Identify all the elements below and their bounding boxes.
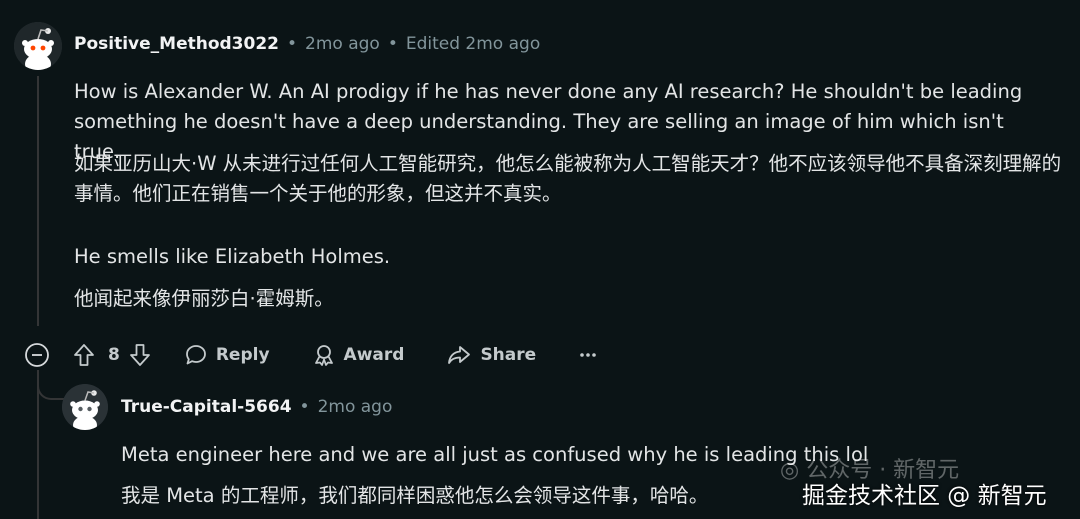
upvote-arrow-icon — [74, 344, 94, 366]
comment-author[interactable]: Positive_Method3022 — [74, 34, 279, 54]
more-options-icon — [580, 353, 596, 357]
snoo-avatar-icon — [62, 384, 108, 430]
separator-dot: • — [387, 34, 398, 54]
watermark-source: 掘金技术社区 @ 新智元 — [802, 483, 1047, 509]
collapse-button[interactable] — [24, 342, 50, 368]
comment-action-bar: 8 Reply Award Share — [24, 338, 598, 372]
downvote-arrow-icon — [129, 344, 150, 366]
share-button[interactable]: Share — [446, 343, 536, 367]
reply-avatar[interactable] — [62, 384, 108, 430]
collapse-minus-icon — [25, 343, 49, 367]
thread-line-lower[interactable] — [37, 370, 39, 519]
vote-count: 8 — [108, 345, 120, 365]
comment-paragraph-en-2: He smells like Elizabeth Holmes. — [74, 245, 391, 268]
reply-meta: True-Capital-5664 • 2mo ago — [121, 397, 392, 417]
thread-line[interactable] — [37, 76, 39, 326]
award-button[interactable]: Award — [312, 343, 405, 367]
more-options-button[interactable] — [578, 343, 598, 367]
reply-author[interactable]: True-Capital-5664 — [121, 397, 292, 417]
reply-button[interactable]: Reply — [184, 343, 270, 367]
comment-paragraph-cn: 如果亚历山大·W 从未进行过任何人工智能研究，他怎么能被称为人工智能天才？他不应… — [74, 152, 1062, 205]
avatar[interactable] — [14, 22, 62, 70]
reply-paragraph-cn: 我是 Meta 的工程师，我们都同样困惑他怎么会领导这件事，哈哈。 — [121, 484, 709, 507]
snoo-avatar-icon — [14, 22, 62, 70]
speech-bubble-icon — [185, 345, 206, 365]
upvote-button[interactable] — [72, 342, 96, 368]
reply-age[interactable]: 2mo ago — [318, 397, 393, 417]
share-arrow-icon — [448, 346, 471, 364]
award-icon — [314, 345, 333, 366]
award-label: Award — [343, 345, 405, 365]
comment-meta: Positive_Method3022 • 2mo ago • Edited 2… — [74, 34, 540, 54]
comment-edited: Edited 2mo ago — [405, 34, 541, 54]
separator-dot: • — [287, 34, 298, 54]
comment-age[interactable]: 2mo ago — [305, 34, 380, 54]
share-label: Share — [480, 345, 537, 365]
separator-dot: • — [299, 397, 310, 417]
reply-connector — [37, 370, 67, 400]
reply-label: Reply — [215, 345, 270, 365]
downvote-button[interactable] — [128, 342, 152, 368]
comment-paragraph-cn-2: 他闻起来像伊丽莎白·霍姆斯。 — [74, 287, 334, 310]
